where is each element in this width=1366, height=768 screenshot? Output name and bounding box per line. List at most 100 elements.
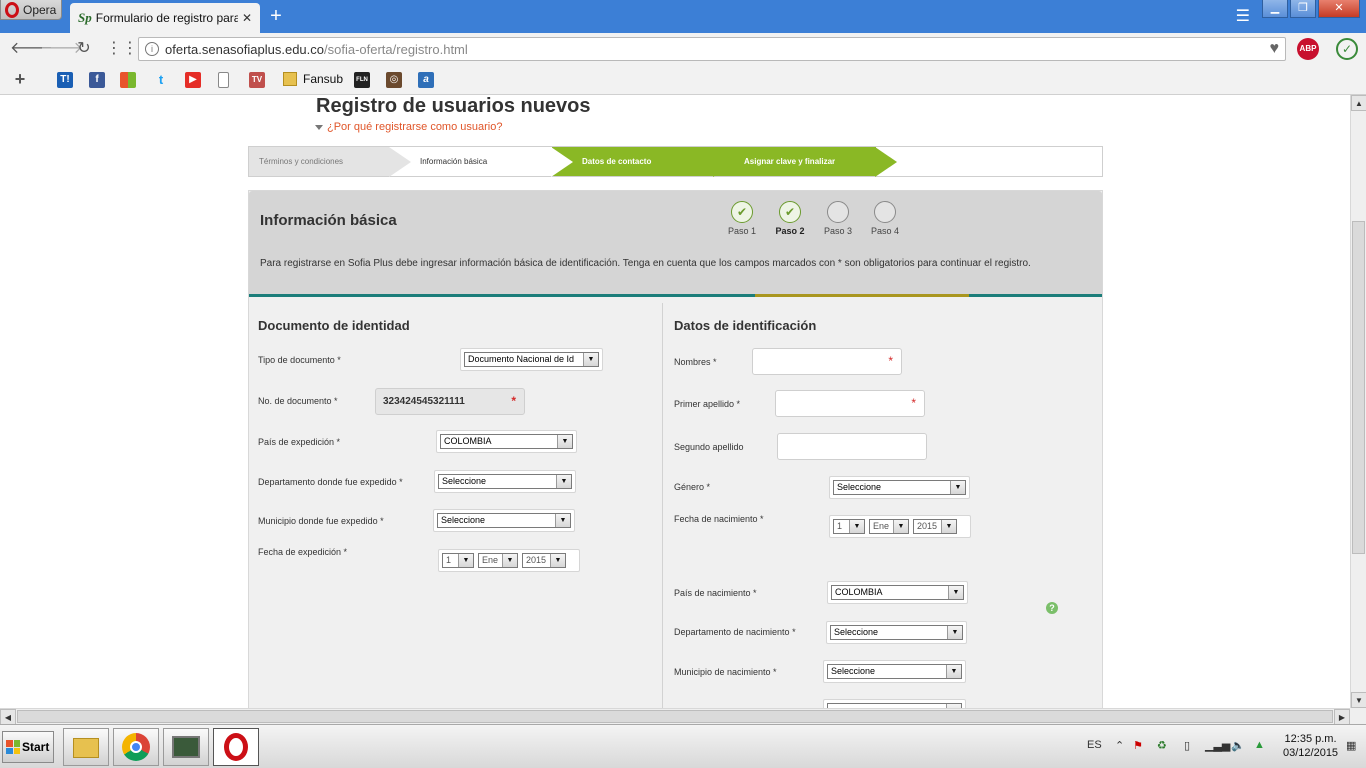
- maximize-button[interactable]: ❐: [1290, 0, 1316, 18]
- add-bookmark-icon[interactable]: +: [12, 70, 28, 88]
- progress-step-4: Paso 4: [860, 201, 910, 236]
- clock-date: 03/12/2015: [1283, 747, 1339, 759]
- bookmark-tumblr-icon[interactable]: T!: [57, 72, 73, 88]
- select-genero[interactable]: Seleccione ▼: [829, 476, 970, 499]
- select-municipio-nacimiento[interactable]: Seleccione ▼: [823, 660, 966, 683]
- url-domain: oferta.senasofiaplus.edu.co: [165, 41, 324, 57]
- minimize-button[interactable]: ▁: [1262, 0, 1288, 18]
- bookmark-twitter-icon[interactable]: t: [153, 72, 169, 88]
- bookmark-youtube-icon[interactable]: ▶: [185, 72, 201, 88]
- check-icon: ✔: [731, 201, 753, 223]
- system-clock[interactable]: 12:35 p.m. 03/12/2015: [1283, 732, 1338, 760]
- site-info-icon[interactable]: i: [145, 42, 159, 56]
- scroll-down-arrow-icon[interactable]: ▼: [1351, 692, 1366, 708]
- vertical-scrollbar[interactable]: ▲ ▼: [1350, 95, 1366, 708]
- taskbar-chrome[interactable]: [113, 728, 159, 766]
- panel-accent-line: [249, 294, 1102, 297]
- chrome-icon: [122, 733, 150, 761]
- dropdown-arrow-icon: ▼: [583, 353, 598, 366]
- select-pais-expedicion[interactable]: COLOMBIA ▼: [436, 430, 577, 453]
- select-value: Seleccione: [834, 627, 879, 637]
- bookmark-a-icon[interactable]: a: [418, 72, 434, 88]
- step-datos-contacto[interactable]: Datos de contacto: [552, 147, 714, 176]
- browser-tab-active[interactable]: Sp Formulario de registro para ι ✕: [70, 3, 260, 33]
- input-segundo-apellido[interactable]: [777, 433, 927, 460]
- address-bar[interactable]: i oferta.senasofiaplus.edu.co/sofia-ofer…: [138, 37, 1286, 61]
- close-window-button[interactable]: ✕: [1318, 0, 1360, 18]
- bookmark-windows-icon[interactable]: [120, 72, 136, 88]
- horizontal-scroll-thumb[interactable]: [17, 710, 1333, 723]
- bookmark-tv-icon[interactable]: TV: [249, 72, 265, 88]
- select-municipio-expedicion[interactable]: Seleccione ▼: [433, 509, 575, 532]
- empty-circle-icon: [874, 201, 896, 223]
- dropdown-arrow-icon: ▼: [557, 435, 572, 448]
- progress-step-3: Paso 3: [813, 201, 863, 236]
- label-departamento-nacimiento: Departamento de nacimiento *: [674, 627, 796, 637]
- select-anio-expedicion[interactable]: 2015 ▼: [522, 553, 566, 568]
- tray-notification-icon[interactable]: ▦: [1346, 739, 1356, 752]
- chevron-divider: [713, 147, 735, 177]
- vertical-scroll-thumb[interactable]: [1352, 221, 1365, 554]
- tray-battery-icon[interactable]: ▯: [1184, 739, 1190, 752]
- date-fecha-expedicion: 1 ▼ Ene ▼ 2015 ▼: [438, 549, 580, 572]
- taskbar-opera[interactable]: [213, 728, 259, 766]
- taskbar-network-app[interactable]: [163, 728, 209, 766]
- start-button[interactable]: Start: [2, 731, 54, 763]
- horizontal-scrollbar[interactable]: ◀ ▶: [0, 708, 1350, 725]
- back-arrow-icon[interactable]: 🡐: [10, 39, 53, 59]
- label-segundo-apellido: Segundo apellido: [674, 442, 744, 452]
- help-question-icon[interactable]: ?: [1046, 602, 1058, 614]
- why-register-link[interactable]: ¿Por qué registrarse como usuario?: [315, 121, 502, 133]
- step-asignar-clave[interactable]: Asignar clave y finalizar: [714, 147, 876, 176]
- bookmark-folder-fansub[interactable]: Fansub: [283, 72, 343, 86]
- bookmark-instagram-icon[interactable]: ◎: [386, 72, 402, 88]
- select-anio-nacimiento[interactable]: 2015 ▼: [913, 519, 957, 534]
- taskbar-file-explorer[interactable]: [63, 728, 109, 766]
- dropdown-arrow-icon: ▼: [948, 586, 963, 599]
- scroll-corner: [1350, 708, 1366, 724]
- select-tipo-documento[interactable]: Documento Nacional de Id ▼: [460, 348, 603, 371]
- tray-signal-icon[interactable]: ▁▃▅: [1205, 739, 1230, 752]
- select-dia-nacimiento[interactable]: 1 ▼: [833, 519, 865, 534]
- scroll-right-arrow-icon[interactable]: ▶: [1334, 709, 1350, 725]
- tab-menu-icon[interactable]: ☰: [1236, 6, 1250, 26]
- input-numero-documento[interactable]: 323424545321111 *: [375, 388, 525, 415]
- forward-arrow-icon[interactable]: 🡒: [40, 39, 83, 59]
- bookmark-heart-icon[interactable]: ♥: [1270, 40, 1280, 58]
- column-divider: [662, 303, 663, 708]
- windows-logo-icon: [6, 740, 20, 754]
- step-terminos[interactable]: Términos y condiciones: [249, 147, 389, 176]
- bookmark-page-icon[interactable]: [218, 72, 229, 88]
- select-mes-expedicion[interactable]: Ene ▼: [478, 553, 518, 568]
- tray-drive-icon[interactable]: ▲: [1254, 739, 1265, 751]
- scroll-left-arrow-icon[interactable]: ◀: [0, 709, 16, 725]
- select-pais-nacimiento[interactable]: COLOMBIA ▼: [827, 581, 968, 604]
- adblock-plus-icon[interactable]: ABP: [1297, 38, 1319, 60]
- step-informacion-basica[interactable]: Información básica: [390, 147, 552, 176]
- select-mes-nacimiento[interactable]: Ene ▼: [869, 519, 909, 534]
- language-indicator[interactable]: ES: [1087, 739, 1102, 751]
- select-departamento-expedicion[interactable]: Seleccione ▼: [434, 470, 576, 493]
- tray-recycle-icon[interactable]: ♻: [1157, 739, 1167, 752]
- empty-circle-icon: [827, 201, 849, 223]
- reload-icon[interactable]: ↻: [74, 39, 94, 59]
- folder-icon: [283, 72, 297, 86]
- label-genero: Género *: [674, 482, 711, 492]
- input-primer-apellido[interactable]: *: [775, 390, 925, 417]
- tray-expand-icon[interactable]: ⌃: [1115, 739, 1124, 752]
- speed-dial-grid-icon[interactable]: ⋮⋮: [106, 39, 138, 59]
- select-value: 2015: [526, 555, 547, 565]
- bookmark-fln-icon[interactable]: FLN: [354, 72, 370, 88]
- opera-menu-button[interactable]: Opera: [0, 0, 62, 20]
- new-tab-button[interactable]: +: [266, 6, 286, 26]
- select-next-field-cut-off[interactable]: ▼: [823, 699, 966, 708]
- input-nombres[interactable]: *: [752, 348, 902, 375]
- tray-volume-icon[interactable]: 🔈: [1231, 739, 1245, 752]
- extension-check-icon[interactable]: ✓: [1336, 38, 1358, 60]
- tray-flag-icon[interactable]: ⚑: [1133, 739, 1143, 752]
- select-dia-expedicion[interactable]: 1 ▼: [442, 553, 474, 568]
- tab-close-icon[interactable]: ✕: [242, 11, 252, 25]
- scroll-up-arrow-icon[interactable]: ▲: [1351, 95, 1366, 111]
- bookmark-facebook-icon[interactable]: f: [89, 72, 105, 88]
- select-departamento-nacimiento[interactable]: Seleccione ▼: [826, 621, 967, 644]
